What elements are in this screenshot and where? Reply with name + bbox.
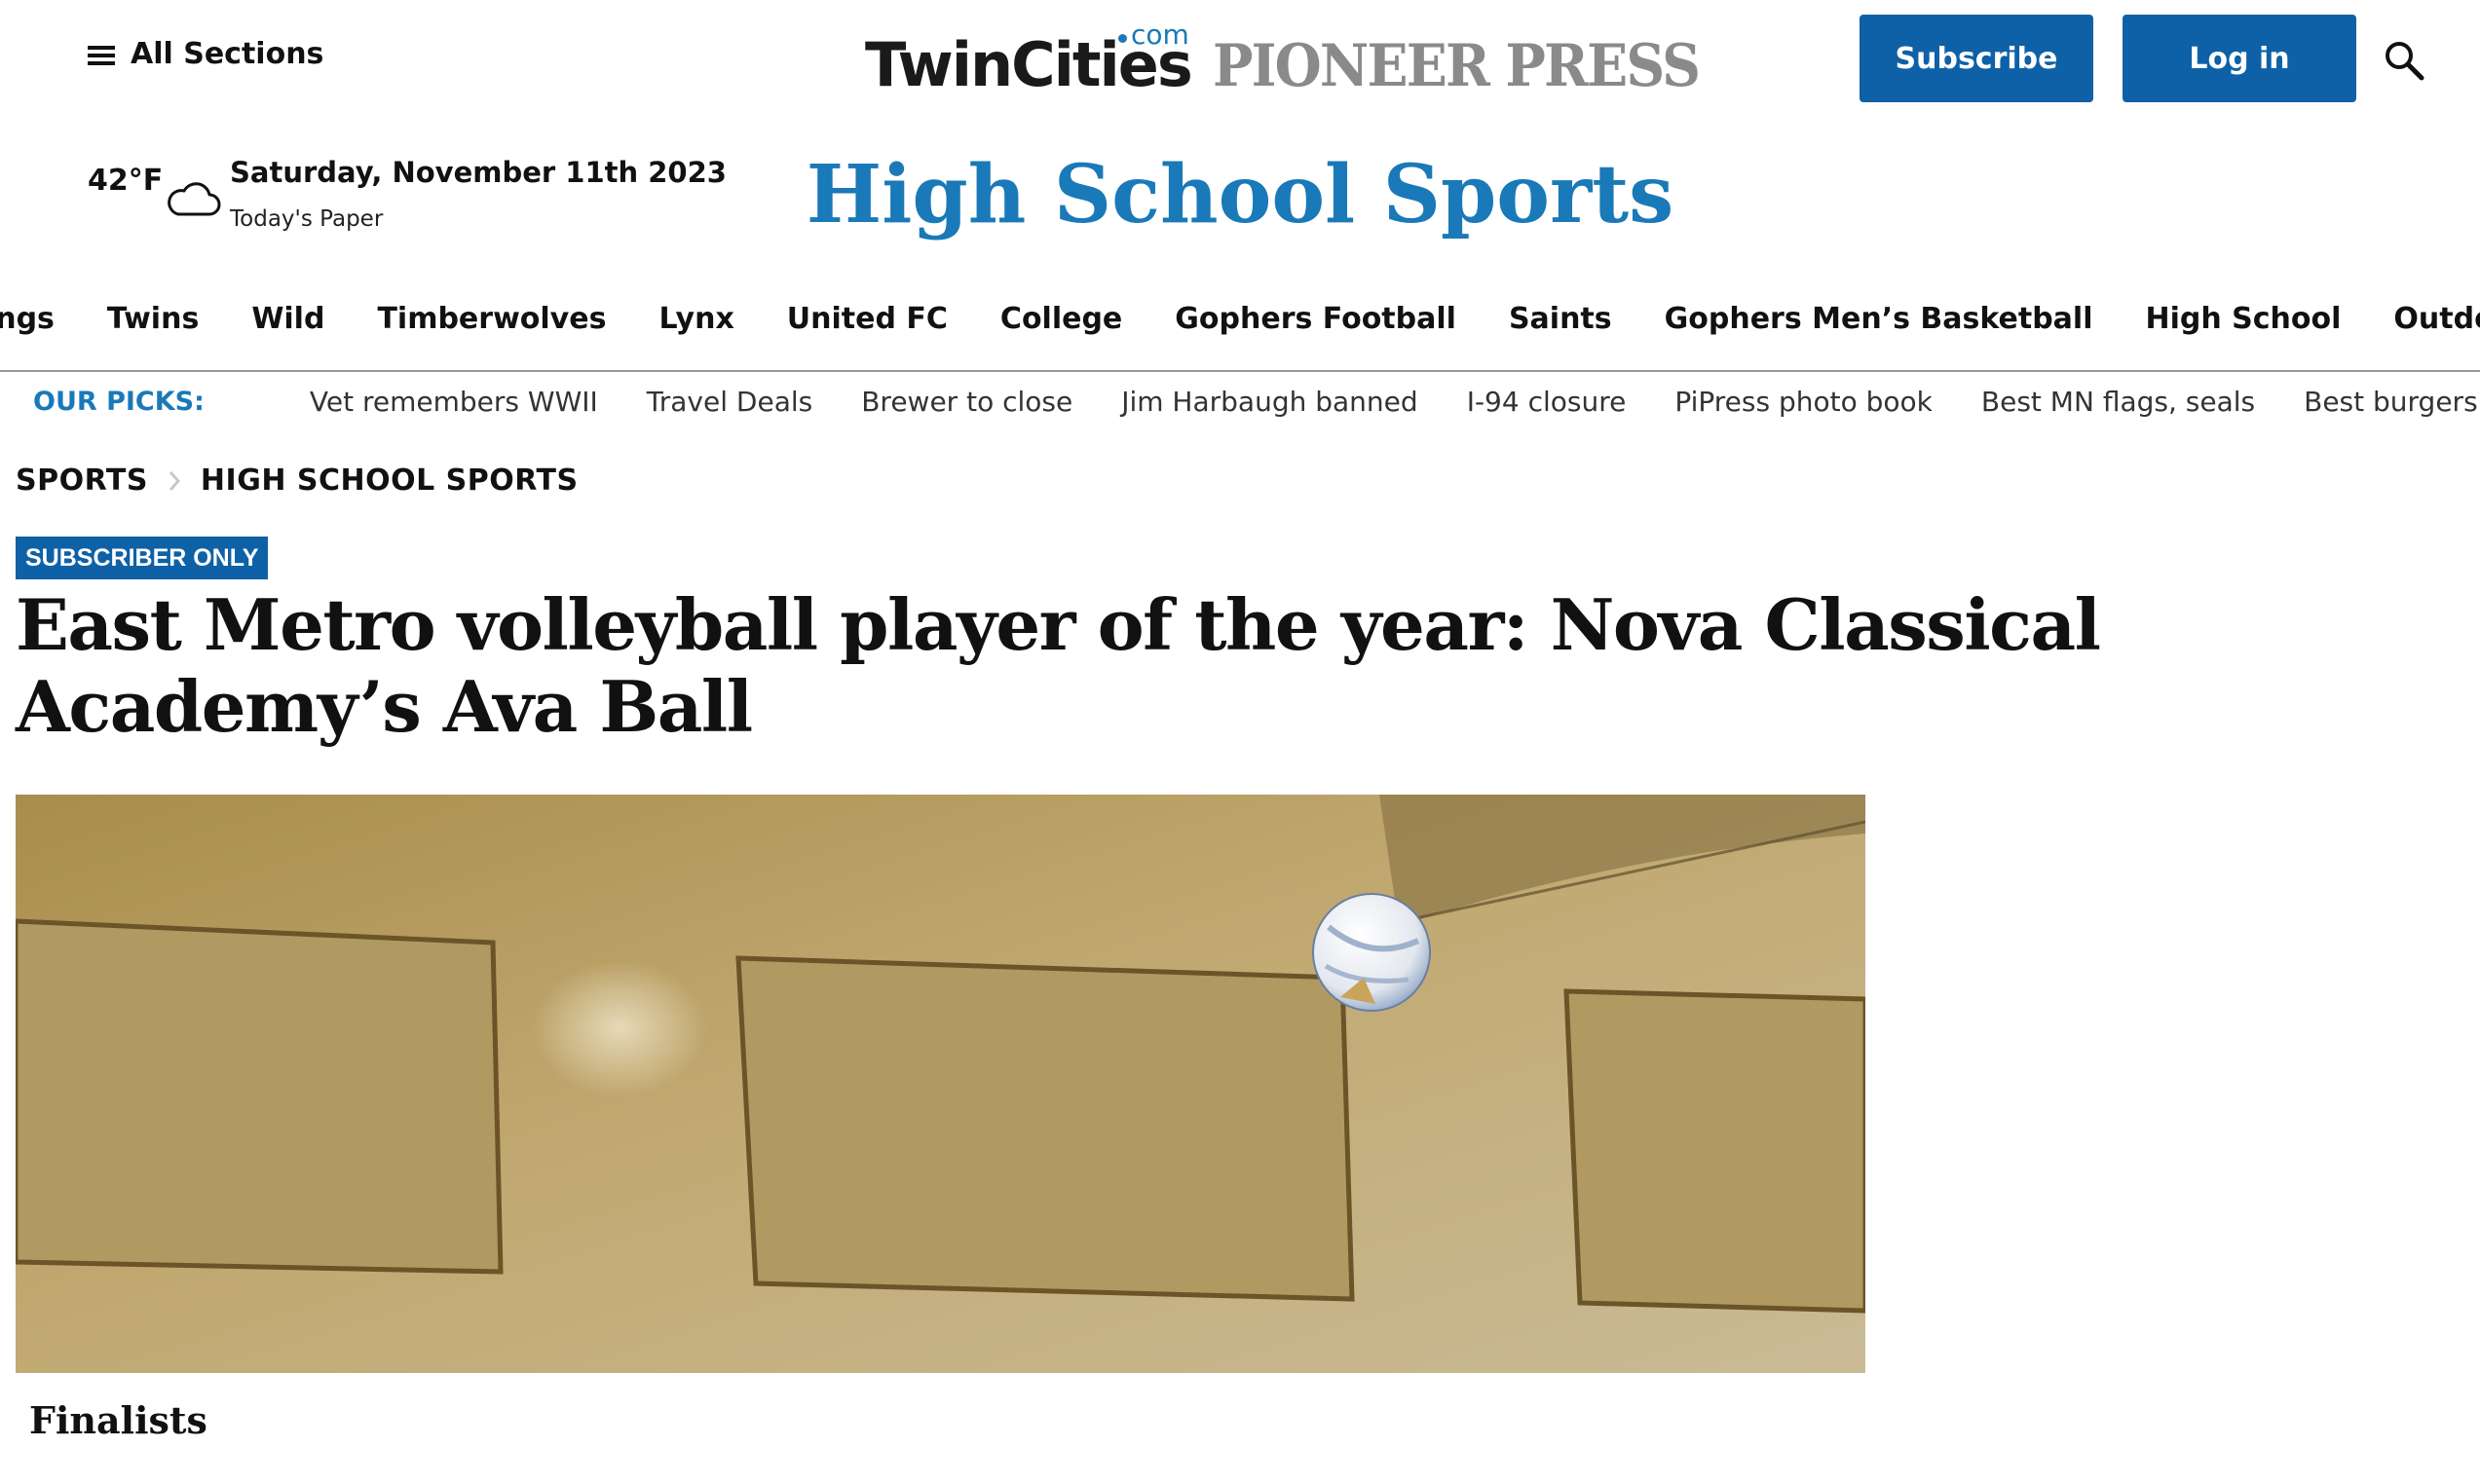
section-title: High School Sports [806,148,1674,241]
nav-item-saints[interactable]: Saints [1509,302,1612,336]
pick-link[interactable]: I-94 closure [1467,386,1627,418]
all-sections-menu[interactable]: All Sections [88,37,323,71]
nav-item-vikings[interactable]: Vikings [0,302,55,336]
pick-link[interactable]: Best MN flags, seals [1981,386,2255,418]
nav-divider [0,370,2480,372]
pick-link[interactable]: Vet remembers WWII [310,386,598,418]
nav-item-timberwolves[interactable]: Timberwolves [377,302,606,336]
our-picks-list: Vet remembers WWII Travel Deals Brewer t… [310,386,2478,418]
nav-item-outdoors[interactable]: Outdoors [2393,302,2480,336]
our-picks-label: OUR PICKS: [33,387,205,417]
nav-item-twins[interactable]: Twins [107,302,199,336]
nav-item-lynx[interactable]: Lynx [658,302,733,336]
logo-com: com [1117,19,1189,51]
hero-image[interactable] [16,795,1865,1373]
site-logo[interactable]: TwinCities com PIONEER PRESS [865,19,1741,100]
pick-link[interactable]: Travel Deals [647,386,812,418]
our-picks-bar: OUR PICKS: Vet remembers WWII Travel Dea… [33,386,2478,418]
hamburger-menu-icon [88,44,115,65]
breadcrumb: SPORTS HIGH SCHOOL SPORTS [16,464,579,498]
chevron-right-icon [169,470,180,491]
nav-item-college[interactable]: College [1000,302,1122,336]
breadcrumb-high-school-sports[interactable]: HIGH SCHOOL SPORTS [201,464,579,498]
search-icon[interactable] [2383,39,2425,82]
volleyball-gym-photo [16,795,1865,1373]
section-subheading: Finalists [29,1398,207,1442]
logo-pioneer-press: PIONEER PRESS [1212,32,1701,100]
all-sections-label: All Sections [131,37,324,71]
main-nav: Vikings Twins Wild Timberwolves Lynx Uni… [0,302,2480,336]
nav-item-united-fc[interactable]: United FC [787,302,948,336]
logo-twincities: TwinCities com [865,19,1193,100]
nav-item-gophers-football[interactable]: Gophers Football [1175,302,1456,336]
pick-link[interactable]: Best burgers [2304,386,2478,418]
nav-item-high-school[interactable]: High School [2146,302,2342,336]
subscriber-only-badge: SUBSCRIBER ONLY [16,537,269,579]
login-button[interactable]: Log in [2123,15,2356,102]
subscribe-button[interactable]: Subscribe [1860,15,2093,102]
pick-link[interactable]: PiPress photo book [1674,386,1933,418]
article-headline: East Metro volleyball player of the year… [16,583,2101,748]
breadcrumb-sports[interactable]: SPORTS [16,464,148,498]
pick-link[interactable]: Jim Harbaugh banned [1121,386,1417,418]
nav-item-gophers-mens-basketball[interactable]: Gophers Men’s Basketball [1665,302,2093,336]
pick-link[interactable]: Brewer to close [861,386,1072,418]
nav-item-wild[interactable]: Wild [251,302,324,336]
